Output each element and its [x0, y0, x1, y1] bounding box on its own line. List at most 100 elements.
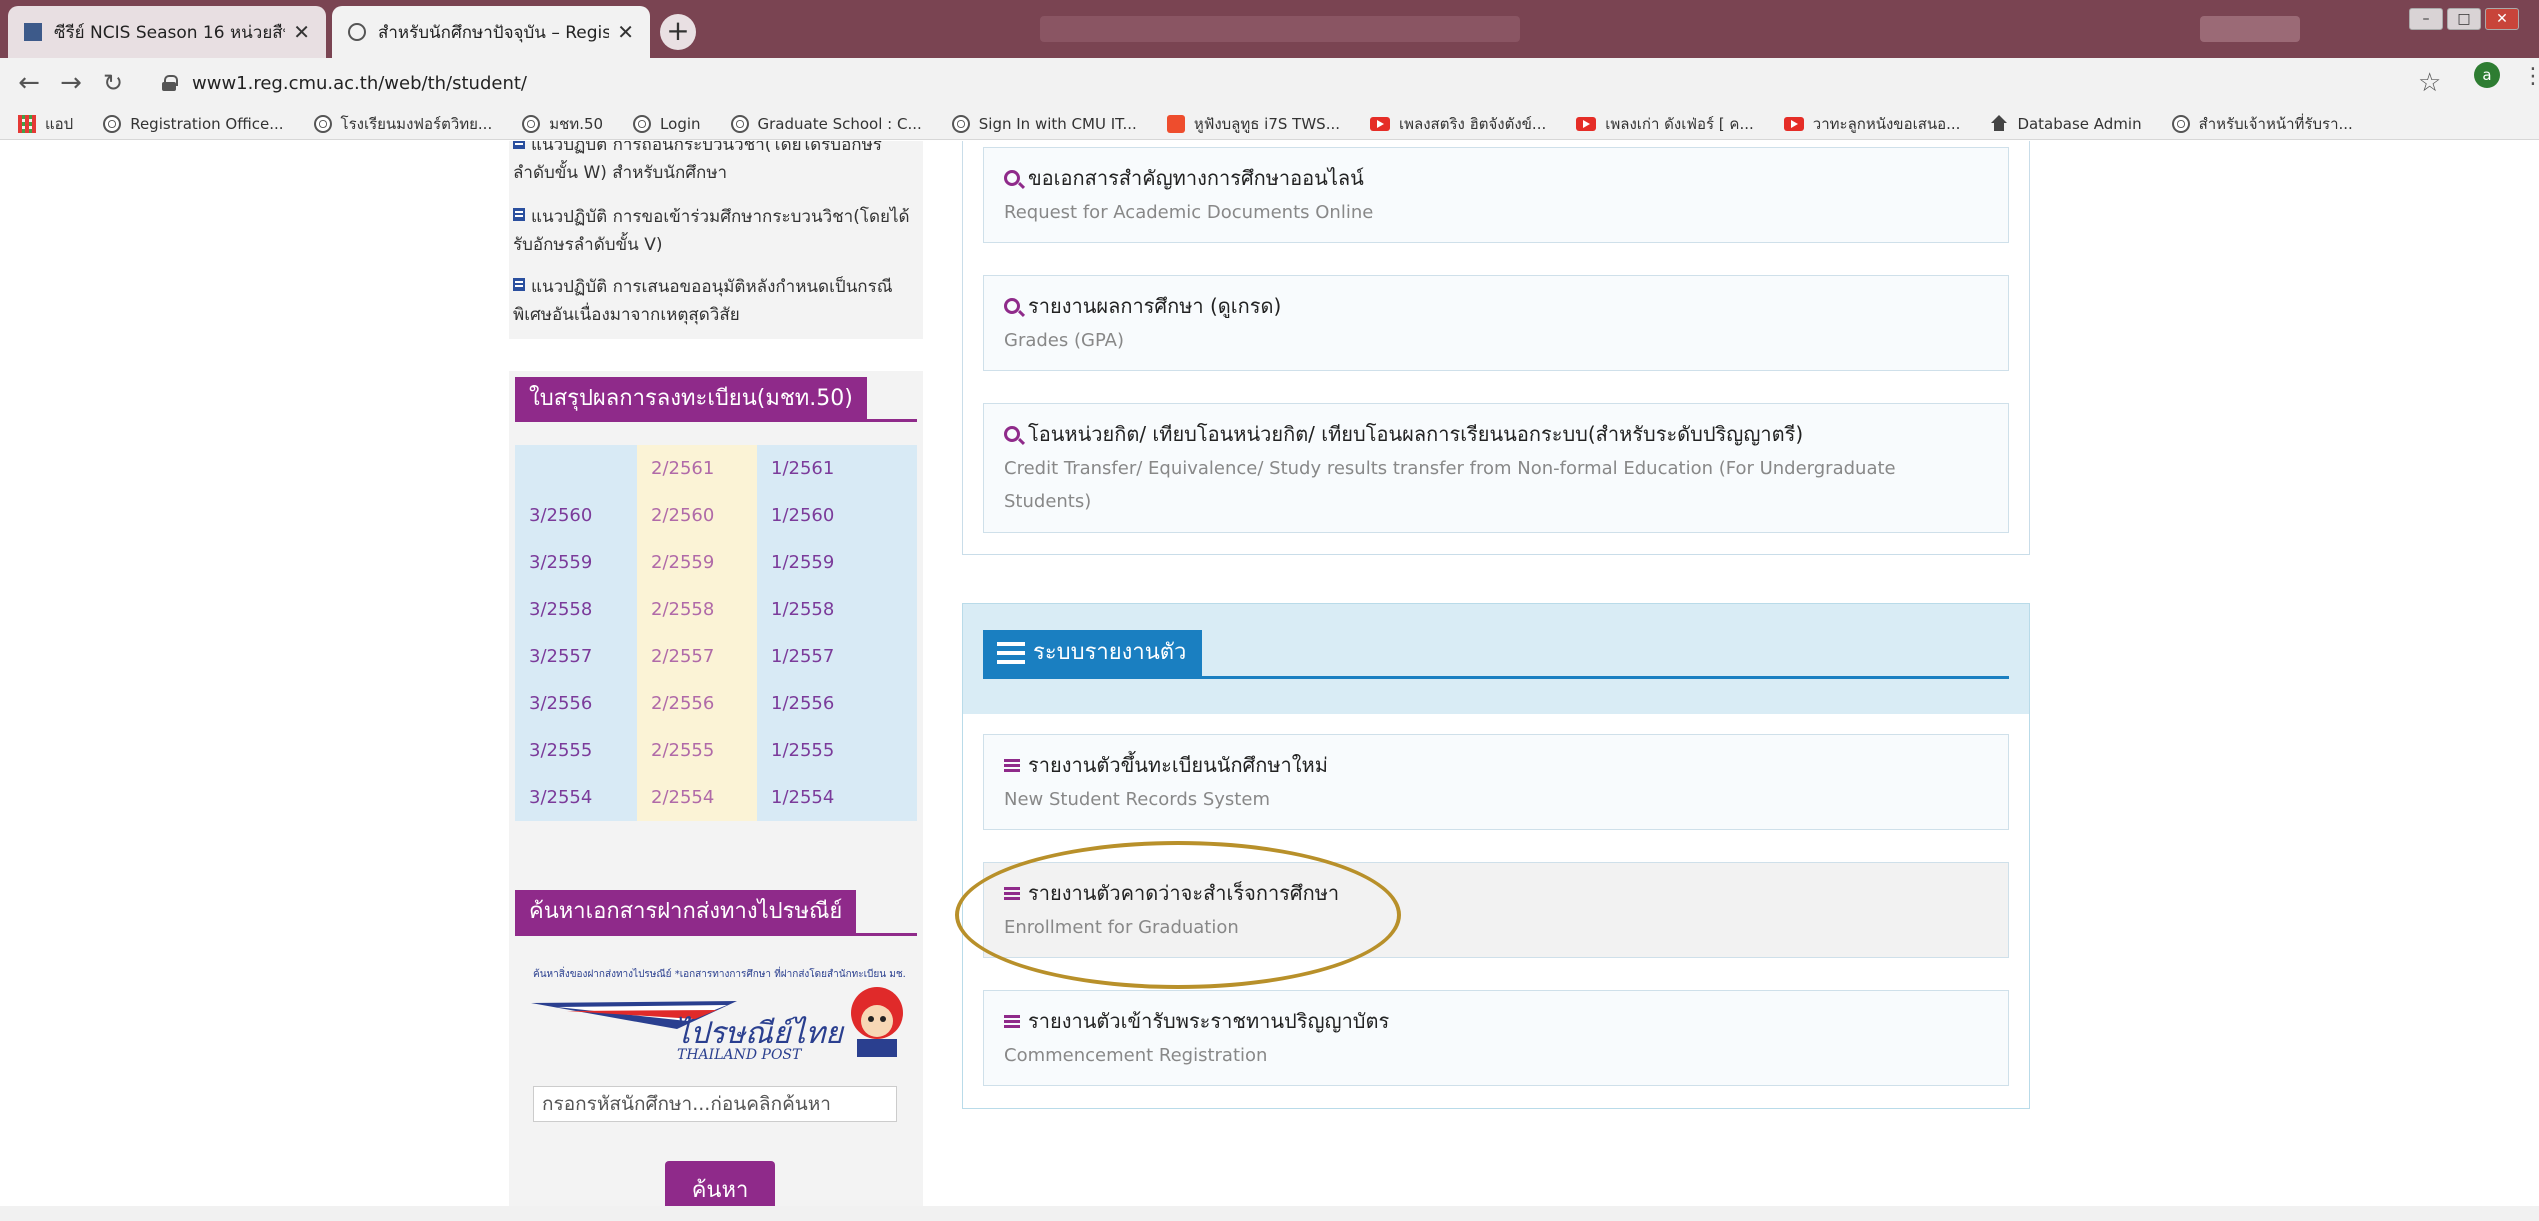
section-title: ระบบรายงานตัว: [1033, 640, 1187, 665]
bookmark-shopee[interactable]: หูฟังบลูทูธ i7S TWS...: [1166, 112, 1340, 136]
semester-link[interactable]: 2/2557: [637, 633, 757, 680]
logo-caption: ค้นหาสิ่งของฝากส่งทางไปรษณีย์ *เอกสารทาง…: [533, 966, 906, 980]
globe-icon: [348, 23, 366, 41]
tab-title: สำหรับนักศึกษาปัจจุบัน – Registrat: [378, 22, 610, 43]
browser-toolbar: ← → ↻ www1.reg.cmu.ac.th/web/th/student/…: [0, 58, 2539, 108]
panel-underline: [515, 933, 917, 936]
reload-icon[interactable]: ↻: [98, 68, 128, 98]
semester-link[interactable]: 1/2561: [757, 445, 917, 492]
page-content: แนวปฏิบัติ การถอนกระบวนวิชา(โดยได้รับอัก…: [0, 141, 2539, 1221]
semester-link[interactable]: 1/2558: [757, 586, 917, 633]
address-bar[interactable]: www1.reg.cmu.ac.th/web/th/student/: [150, 65, 2410, 101]
browser-tab-registration[interactable]: สำหรับนักศึกษาปัจจุบัน – Registrat ✕: [332, 6, 650, 58]
forward-arrow-icon[interactable]: →: [56, 68, 86, 98]
logo-thai-text: ไปรษณีย์ไทย: [675, 1016, 845, 1051]
semester-link[interactable]: 2/2555: [637, 727, 757, 774]
browser-tab-strip: ซีรีย์ NCIS Season 16 หน่วยสืบสวน ✕ สำหร…: [0, 0, 2539, 58]
guide-link-audit[interactable]: แนวปฏิบัติ การขอเข้าร่วมศึกษากระบวนวิชา(…: [513, 203, 919, 259]
semester-link[interactable]: 1/2554: [757, 774, 917, 821]
bookmark-label: เพลงเก่า ดังเฟ่อร์ [ ค...: [1605, 114, 1754, 133]
bookmark-mchot50[interactable]: มชท.50: [522, 112, 603, 136]
card-title: โอนหน่วยกิต/ เทียบโอนหน่วยกิต/ เทียบโอนผ…: [1028, 422, 1804, 446]
bookmark-cmu-signin[interactable]: Sign In with CMU IT...: [951, 114, 1137, 133]
bookmark-youtube-1[interactable]: เพลงสตริง ฮิตจังตังข์...: [1370, 112, 1546, 136]
bookmark-apps[interactable]: แอป: [18, 112, 73, 136]
semester-link[interactable]: 3/2559: [515, 539, 637, 586]
table-row: 3/2559 2/2559 1/2559: [515, 539, 917, 586]
bookmark-label: วาทะลูกหนังขอเสนอ...: [1812, 114, 1961, 133]
bookmark-login[interactable]: Login: [633, 114, 701, 133]
bookmark-label: แอป: [45, 114, 74, 133]
semester-link[interactable]: 3/2556: [515, 680, 637, 727]
logo-english-text: THAILAND POST: [677, 1047, 803, 1063]
card-new-student-records[interactable]: รายงานตัวขึ้นทะเบียนนักศึกษาใหม่ New Stu…: [983, 734, 2009, 830]
bookmark-montfort[interactable]: โรงเรียนมงฟอร์ตวิทย...: [313, 112, 493, 136]
close-tab-icon[interactable]: ✕: [293, 20, 310, 44]
new-tab-button[interactable]: +: [660, 14, 696, 50]
close-tab-icon[interactable]: ✕: [617, 20, 634, 44]
semester-link[interactable]: 3/2554: [515, 774, 637, 821]
semester-link[interactable]: 1/2557: [757, 633, 917, 680]
table-row: 3/2557 2/2557 1/2557: [515, 633, 917, 680]
table-row: 3/2554 2/2554 1/2554: [515, 774, 917, 821]
thailand-post-logo: ค้นหาสิ่งของฝากส่งทางไปรษณีย์ *เอกสารทาง…: [531, 966, 906, 1063]
semester-link[interactable]: 3/2555: [515, 727, 637, 774]
semester-link[interactable]: 2/2558: [637, 586, 757, 633]
semester-link[interactable]: 2/2561: [637, 445, 757, 492]
guide-link-late-request[interactable]: แนวปฏิบัติ การเสนอขออนุมัติหลังกำหนดเป็น…: [513, 273, 919, 329]
youtube-icon: [1576, 116, 1597, 131]
registration-summary-title: ใบสรุปผลการลงทะเบียน(มชท.50): [515, 377, 867, 421]
minimize-window-button[interactable]: –: [2409, 8, 2443, 30]
bookmark-database-admin[interactable]: Database Admin: [1990, 114, 2142, 133]
bookmark-registration-office[interactable]: Registration Office...: [103, 114, 284, 133]
back-arrow-icon[interactable]: ←: [14, 68, 44, 98]
browser-tab-ncis[interactable]: ซีรีย์ NCIS Season 16 หน่วยสืบสวน ✕: [8, 6, 326, 58]
bookmark-label: Database Admin: [2017, 114, 2142, 133]
bookmark-youtube-3[interactable]: วาทะลูกหนังขอเสนอ...: [1783, 112, 1961, 136]
document-icon: [513, 278, 525, 291]
bookmarks-bar: แอป Registration Office... โรงเรียนมงฟอร…: [0, 108, 2539, 140]
close-window-button[interactable]: ✕: [2485, 8, 2519, 30]
card-subtitle: Grades (GPA): [1004, 330, 1124, 351]
semester-link[interactable]: 1/2560: [757, 492, 917, 539]
semester-link[interactable]: 1/2556: [757, 680, 917, 727]
maximize-window-button[interactable]: □: [2447, 8, 2481, 30]
tab-title: ซีรีย์ NCIS Season 16 หน่วยสืบสวน: [54, 22, 285, 43]
blurred-region: [2200, 16, 2300, 42]
student-id-search-input[interactable]: [533, 1086, 897, 1122]
guide-link-withdraw[interactable]: แนวปฏิบัติ การถอนกระบวนวิชา(โดยได้รับอัก…: [513, 141, 919, 187]
semester-link[interactable]: 1/2555: [757, 727, 917, 774]
table-row: 3/2555 2/2555 1/2555: [515, 727, 917, 774]
semester-link[interactable]: 3/2557: [515, 633, 637, 680]
globe-icon: [313, 114, 332, 133]
card-commencement-registration[interactable]: รายงานตัวเข้ารับพระราชทานปริญญาบัตร Comm…: [983, 990, 2009, 1086]
bookmark-label: Sign In with CMU IT...: [978, 114, 1137, 133]
card-credit-transfer[interactable]: โอนหน่วยกิต/ เทียบโอนหน่วยกิต/ เทียบโอนผ…: [983, 403, 2009, 533]
semester-link[interactable]: 1/2559: [757, 539, 917, 586]
card-title: ขอเอกสารสำคัญทางการศึกษาออนไลน์: [1028, 166, 1364, 190]
profile-avatar[interactable]: a: [2474, 62, 2500, 88]
globe-icon: [730, 114, 749, 133]
semester-link[interactable]: 2/2559: [637, 539, 757, 586]
card-subtitle: New Student Records System: [1004, 789, 1270, 810]
bookmark-youtube-2[interactable]: เพลงเก่า ดังเฟ่อร์ [ ค...: [1576, 112, 1754, 136]
bookmark-label: โรงเรียนมงฟอร์ตวิทย...: [340, 114, 493, 133]
semester-link[interactable]: 2/2556: [637, 680, 757, 727]
bookmark-star-icon[interactable]: ☆: [2418, 68, 2441, 98]
card-grades[interactable]: รายงานผลการศึกษา (ดูเกรด) Grades (GPA): [983, 275, 2009, 371]
bookmark-staff[interactable]: สำหรับเจ้าหน้าที่รับรา...: [2171, 112, 2353, 136]
semester-table: 2/2561 1/2561 3/2560 2/2560 1/2560 3/255…: [515, 445, 917, 821]
semester-link[interactable]: 3/2558: [515, 586, 637, 633]
browser-menu-icon[interactable]: ⋮: [2522, 64, 2539, 89]
menu-icon: [997, 642, 1025, 664]
table-row: 3/2556 2/2556 1/2556: [515, 680, 917, 727]
semester-link[interactable]: 3/2560: [515, 492, 637, 539]
card-academic-documents[interactable]: ขอเอกสารสำคัญทางการศึกษาออนไลน์ Request …: [983, 147, 2009, 243]
page-bottom-strip: [0, 1206, 2539, 1221]
search-icon: [1004, 426, 1020, 442]
semester-link[interactable]: 2/2554: [637, 774, 757, 821]
url-text: www1.reg.cmu.ac.th/web/th/student/: [192, 72, 527, 94]
bookmark-graduate-school[interactable]: Graduate School : C...: [730, 114, 922, 133]
table-row: 3/2558 2/2558 1/2558: [515, 586, 917, 633]
semester-link[interactable]: 2/2560: [637, 492, 757, 539]
